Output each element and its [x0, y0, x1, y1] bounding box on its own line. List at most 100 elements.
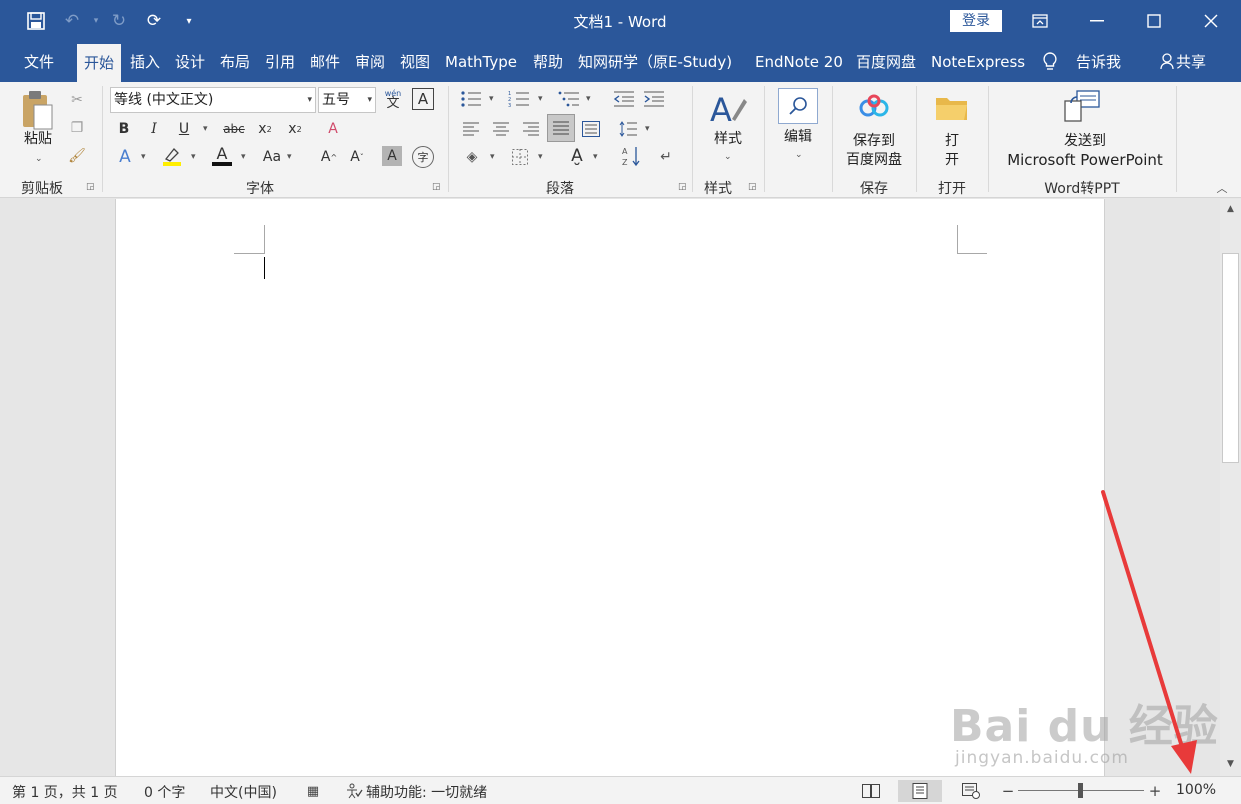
subscript-icon[interactable]: x2 [254, 118, 276, 140]
paste-icon[interactable] [18, 88, 58, 132]
highlight-dropdown-icon[interactable]: ▾ [191, 152, 196, 162]
chinese-layout-dropdown-icon[interactable]: ▾ [593, 152, 598, 162]
justify-icon[interactable] [547, 114, 575, 142]
macro-record-icon[interactable]: ▦ [302, 781, 324, 801]
scroll-down-icon[interactable]: ▼ [1222, 756, 1239, 773]
vertical-scrollbar[interactable]: ▲ ▼ [1220, 199, 1241, 776]
italic-icon[interactable]: I [144, 118, 164, 140]
tab-view[interactable]: 视图 [400, 42, 430, 82]
font-color-icon[interactable]: A [210, 144, 234, 168]
character-shading-icon[interactable]: A [382, 146, 402, 166]
text-effects-dropdown-icon[interactable]: ▾ [141, 152, 146, 162]
undo-dropdown-icon[interactable]: ▾ [84, 9, 108, 33]
baidu-netdisk-icon[interactable] [858, 92, 890, 120]
tell-me-search[interactable]: 告诉我 [1076, 42, 1121, 82]
change-case-icon[interactable]: Aa [260, 146, 284, 168]
tab-file[interactable]: 文件 [24, 42, 54, 82]
tab-mailings[interactable]: 邮件 [310, 42, 340, 82]
sort-icon[interactable]: AZ [620, 144, 644, 168]
styles-gallery-icon[interactable]: A [706, 88, 750, 130]
find-icon[interactable] [778, 88, 818, 124]
word-count[interactable]: 0 个字 [144, 782, 185, 802]
login-button[interactable]: 登录 [950, 10, 1002, 32]
clear-formatting-icon[interactable]: A [322, 118, 344, 140]
open-label[interactable]: 打开 [932, 132, 972, 170]
font-color-dropdown-icon[interactable]: ▾ [241, 152, 246, 162]
shading-icon[interactable]: ◈ [460, 146, 484, 168]
paste-label[interactable]: 粘贴 [18, 130, 58, 149]
font-name-select[interactable]: 等线 (中文正文) ▾ [110, 87, 316, 113]
redo-icon[interactable]: ↻ [107, 9, 131, 33]
multilevel-dropdown-icon[interactable]: ▾ [586, 94, 591, 104]
accessibility-status[interactable]: 辅助功能: 一切就绪 [366, 782, 487, 802]
zoom-out-icon[interactable]: − [997, 781, 1019, 801]
copy-icon[interactable]: ❐ [66, 118, 88, 138]
multilevel-list-icon[interactable] [556, 88, 582, 110]
bold-icon[interactable]: B [114, 118, 134, 140]
send-to-powerpoint-icon[interactable] [1062, 88, 1102, 124]
page-info[interactable]: 第 1 页，共 1 页 [12, 782, 118, 802]
folder-icon[interactable] [934, 92, 970, 124]
ribbon-display-options-icon[interactable] [1012, 0, 1068, 42]
text-effects-icon[interactable]: A [114, 146, 136, 168]
styles-label[interactable]: 样式 [706, 130, 750, 149]
save-icon[interactable] [24, 9, 48, 33]
change-case-dropdown-icon[interactable]: ▾ [287, 152, 292, 162]
tab-endnote[interactable]: EndNote 20 [755, 42, 843, 82]
enclose-characters-icon[interactable]: 字 [412, 146, 434, 168]
tab-home[interactable]: 开始 [77, 44, 122, 82]
paste-dropdown-icon[interactable]: ⌄ [35, 154, 43, 164]
tab-help[interactable]: 帮助 [533, 42, 563, 82]
decrease-indent-icon[interactable] [612, 88, 636, 110]
tab-design[interactable]: 设计 [175, 42, 205, 82]
tab-mathtype[interactable]: MathType [445, 42, 517, 82]
bullets-icon[interactable] [458, 88, 484, 110]
accessibility-check-icon[interactable] [343, 781, 365, 801]
numbering-icon[interactable]: 123 [506, 88, 532, 110]
bullets-dropdown-icon[interactable]: ▾ [489, 94, 494, 104]
shading-dropdown-icon[interactable]: ▾ [490, 152, 495, 162]
read-mode-icon[interactable] [860, 781, 882, 801]
clipboard-launcher-icon[interactable]: ◲ [86, 182, 95, 192]
align-left-icon[interactable] [460, 118, 482, 140]
underline-dropdown-icon[interactable]: ▾ [203, 124, 208, 134]
zoom-slider-thumb[interactable] [1078, 783, 1083, 798]
line-spacing-dropdown-icon[interactable]: ▾ [645, 124, 650, 134]
customize-toolbar-icon[interactable]: ▾ [177, 9, 201, 33]
close-icon[interactable] [1183, 0, 1239, 42]
line-spacing-icon[interactable] [616, 118, 638, 140]
share-button[interactable]: 共享 [1160, 42, 1206, 82]
minimize-icon[interactable] [1069, 0, 1125, 42]
zoom-in-icon[interactable]: + [1144, 781, 1166, 801]
format-painter-icon[interactable]: 🖌 [66, 146, 88, 166]
tab-references[interactable]: 引用 [265, 42, 295, 82]
strikethrough-icon[interactable]: abc [222, 118, 246, 140]
language-indicator[interactable]: 中文(中国) [210, 782, 277, 802]
cut-icon[interactable]: ✂ [66, 90, 88, 110]
font-size-select[interactable]: 五号 ▾ [318, 87, 376, 113]
scroll-up-icon[interactable]: ▲ [1222, 201, 1239, 218]
phonetic-guide-icon[interactable]: wén 文 [382, 86, 404, 112]
scrollbar-thumb[interactable] [1222, 253, 1239, 463]
save-to-baidu-label[interactable]: 保存到 百度网盘 [838, 132, 910, 170]
lightbulb-icon[interactable] [1042, 42, 1058, 82]
shrink-font-icon[interactable]: Aˇ [346, 146, 368, 168]
print-layout-icon[interactable] [898, 780, 942, 802]
distributed-icon[interactable] [580, 118, 602, 140]
tab-noteexpress[interactable]: NoteExpress [931, 42, 1025, 82]
tab-layout[interactable]: 布局 [220, 42, 250, 82]
borders-dropdown-icon[interactable]: ▾ [538, 152, 543, 162]
grow-font-icon[interactable]: A ^ [318, 146, 340, 168]
superscript-icon[interactable]: x2 [284, 118, 306, 140]
editing-dropdown-icon[interactable]: ⌄ [795, 150, 803, 160]
tab-review[interactable]: 审阅 [355, 42, 385, 82]
font-launcher-icon[interactable]: ◲ [432, 182, 441, 192]
tab-baidu-netdisk[interactable]: 百度网盘 [856, 42, 916, 82]
collapse-ribbon-icon[interactable]: ︿ [1212, 180, 1232, 196]
character-border-icon[interactable]: A [412, 88, 434, 110]
tab-insert[interactable]: 插入 [130, 42, 160, 82]
numbering-dropdown-icon[interactable]: ▾ [538, 94, 543, 104]
paragraph-launcher-icon[interactable]: ◲ [678, 182, 687, 192]
increase-indent-icon[interactable] [642, 88, 666, 110]
styles-launcher-icon[interactable]: ◲ [748, 182, 757, 192]
